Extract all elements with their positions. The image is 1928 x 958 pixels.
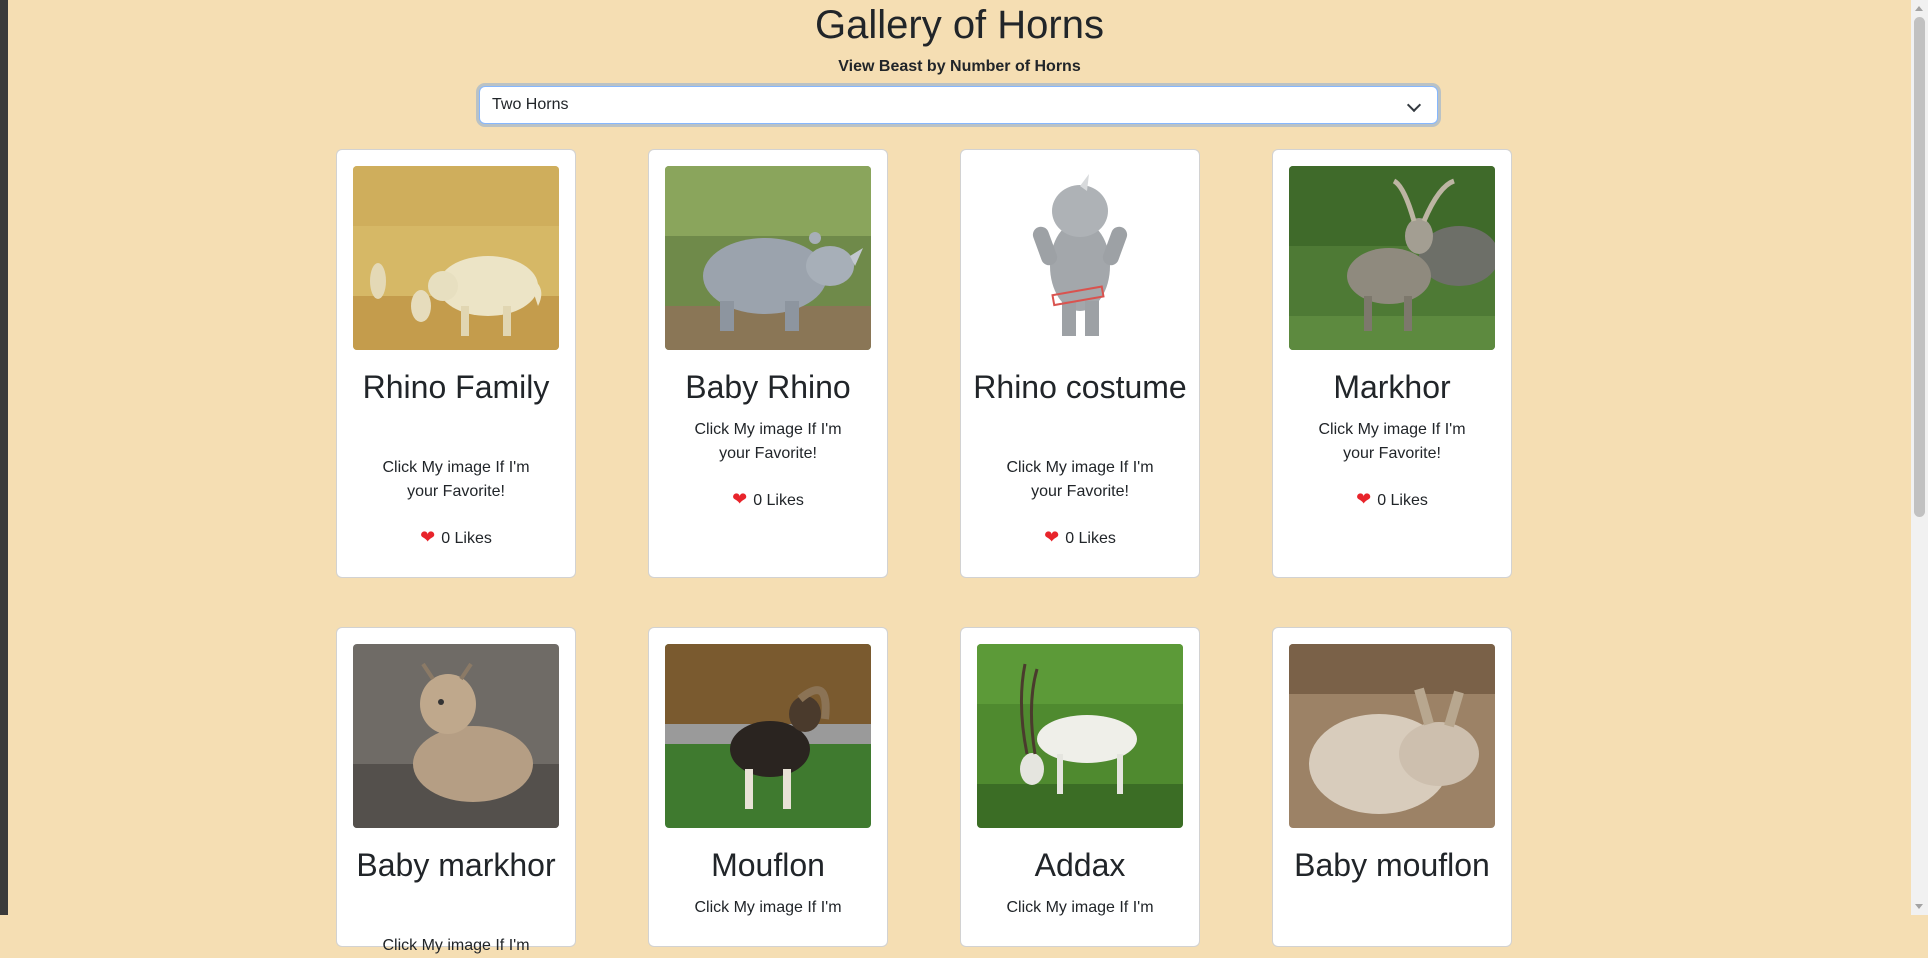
favorite-prompt: Click My image If I'm	[694, 899, 842, 916]
window-edge	[0, 0, 8, 915]
heart-icon: ❤	[1356, 489, 1372, 509]
heart-icon: ❤	[1044, 527, 1060, 547]
heart-icon: ❤	[420, 527, 436, 547]
markhor-photo	[1289, 166, 1495, 350]
favorite-prompt: Click My image If I'm	[382, 937, 530, 954]
beast-image[interactable]	[977, 644, 1183, 828]
likes-label: 0 Likes	[1377, 492, 1428, 509]
beast-name: Mouflon	[711, 847, 825, 883]
likes-count: ❤ 0 Likes	[337, 525, 575, 551]
baby-markhor-photo	[353, 644, 559, 828]
beast-card: Rhino costume Click My image If I'm your…	[960, 149, 1200, 578]
addax-photo	[977, 644, 1183, 828]
beast-name: Rhino costume	[973, 369, 1187, 405]
likes-label: 0 Likes	[441, 530, 492, 547]
favorite-prompt: Click My image If I'm your Favorite!	[694, 421, 842, 462]
likes-label: 0 Likes	[753, 492, 804, 509]
beast-image[interactable]	[977, 166, 1183, 350]
favorite-prompt: Click My image If I'm	[1006, 899, 1154, 916]
scroll-down-icon[interactable]	[1915, 904, 1923, 909]
beast-card: Markhor Click My image If I'm your Favor…	[1272, 149, 1512, 578]
beast-image[interactable]	[1289, 644, 1495, 828]
beast-name: Markhor	[1333, 369, 1451, 405]
beast-card: Baby mouflon	[1272, 627, 1512, 947]
favorite-prompt: Click My image If I'm your Favorite!	[1318, 421, 1466, 462]
beast-card: Addax Click My image If I'm	[960, 627, 1200, 947]
beast-card: Baby markhor Click My image If I'm	[336, 627, 576, 954]
likes-count: ❤ 0 Likes	[1273, 487, 1511, 513]
beast-name: Rhino Family	[362, 369, 550, 405]
beast-image[interactable]	[353, 644, 559, 828]
chevron-down-icon	[1406, 97, 1422, 113]
rhino-family-photo	[353, 166, 559, 350]
likes-count: ❤ 0 Likes	[961, 525, 1199, 551]
filter-label: View Beast by Number of Horns	[838, 58, 1081, 75]
beast-name: Baby Rhino	[685, 369, 851, 405]
beast-name: Baby markhor	[356, 847, 556, 883]
horns-select-value: Two Horns	[492, 96, 569, 113]
beast-image[interactable]	[665, 166, 871, 350]
favorite-prompt: Click My image If I'm your Favorite!	[1006, 459, 1154, 500]
scroll-up-icon[interactable]	[1915, 6, 1923, 11]
baby-mouflon-photo	[1289, 644, 1495, 828]
baby-rhino-photo	[665, 166, 871, 350]
mouflon-photo	[665, 644, 871, 828]
horns-select[interactable]: Two Horns	[479, 86, 1438, 124]
beast-name: Addax	[1034, 847, 1126, 883]
beast-image[interactable]	[353, 166, 559, 350]
beast-name: Baby mouflon	[1294, 847, 1490, 883]
likes-count: ❤ 0 Likes	[649, 487, 887, 513]
scrollbar-thumb[interactable]	[1914, 17, 1925, 517]
beast-card: Baby Rhino Click My image If I'm your Fa…	[648, 149, 888, 578]
heart-icon: ❤	[732, 489, 748, 509]
beast-image[interactable]	[1289, 166, 1495, 350]
page-scrollbar[interactable]	[1911, 0, 1928, 915]
beast-card: Rhino Family Click My image If I'm your …	[336, 149, 576, 578]
rhino-costume-photo	[977, 166, 1183, 350]
page-title: Gallery of Horns	[815, 3, 1104, 47]
likes-label: 0 Likes	[1065, 530, 1116, 547]
favorite-prompt: Click My image If I'm your Favorite!	[382, 459, 530, 500]
beast-image[interactable]	[665, 644, 871, 828]
beast-card: Mouflon Click My image If I'm	[648, 627, 888, 947]
